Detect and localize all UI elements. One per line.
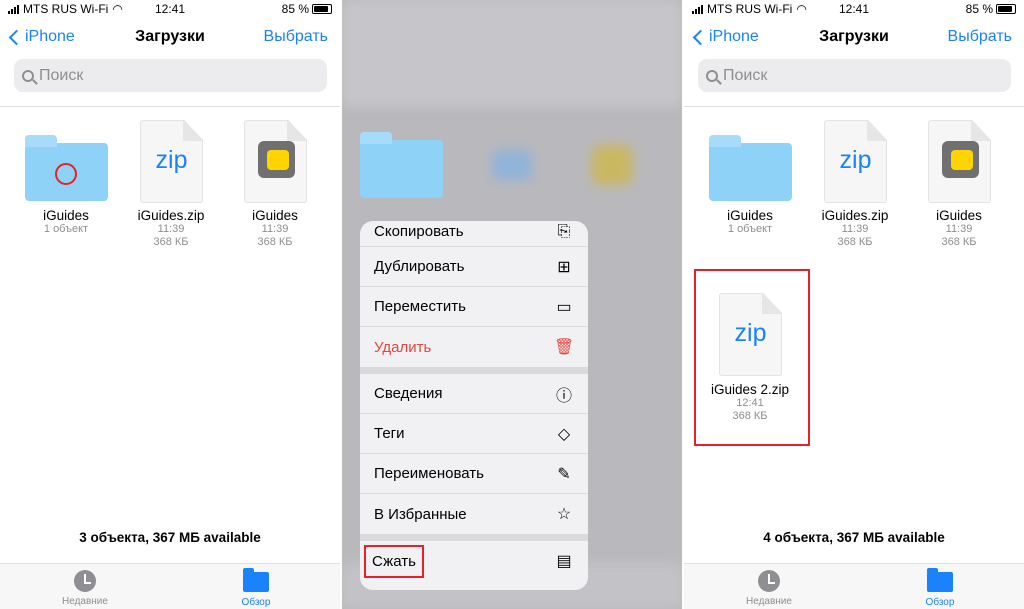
tag-icon: ◇ <box>557 425 571 443</box>
menu-separator <box>360 367 588 374</box>
file-item-new[interactable]: iGuides 2.zip 12:41 368 КБ <box>695 382 805 423</box>
zip-icon[interactable]: zip <box>824 120 887 203</box>
menu-item-move[interactable]: Переместить ▭ <box>360 287 588 327</box>
file-size: 368 КБ <box>257 236 293 248</box>
file-name: iGuides.zip <box>821 208 889 223</box>
copy-icon: ⎘ <box>557 223 571 240</box>
select-button[interactable]: Выбрать <box>948 28 1012 46</box>
search-input[interactable]: Поиск <box>698 59 1011 92</box>
battery-percent: 85 % <box>281 2 309 16</box>
menu-item-tags[interactable]: Теги ◇ <box>360 414 588 454</box>
menu-item-duplicate[interactable]: Дублировать ⊞ <box>360 247 588 287</box>
tab-browse[interactable]: Обзор <box>216 568 296 608</box>
search-icon <box>22 69 34 82</box>
context-menu: Скопировать ⎘ Дублировать ⊞ Переместить ▭ У… <box>360 221 588 590</box>
highlight-circle <box>55 163 77 185</box>
tab-label: Недавние <box>746 596 792 607</box>
files-screen-before: MTS RUS Wi-Fi ◠ 12:41 85 % iPhone Загрузк… <box>0 0 340 609</box>
folder-icon <box>927 568 953 592</box>
file-time: 12:41 <box>736 397 764 409</box>
file-name: iGuides <box>252 208 298 223</box>
tab-bar: Недавние Обзор <box>684 563 1024 609</box>
folder-icon <box>243 568 269 592</box>
battery-icon <box>996 4 1016 14</box>
menu-separator <box>360 534 588 541</box>
battery-icon <box>312 4 332 14</box>
search-input[interactable]: Поиск <box>14 59 327 92</box>
file-meta: 1 объект <box>43 223 89 235</box>
zip-label: zip <box>155 146 188 174</box>
storage-summary: 4 объекта, 367 МБ available <box>763 530 945 545</box>
battery-percent: 85 % <box>965 2 993 16</box>
file-time: 11:39 <box>945 223 973 235</box>
files-screen-after: MTS RUS Wi-Fi ◠ 12:41 85 % iPhone Загрузк… <box>684 0 1024 609</box>
menu-item-compress[interactable]: Сжать ▤ <box>360 541 588 581</box>
file-size: 368 КБ <box>837 236 873 248</box>
file-item[interactable]: iGuides 11:39 368 КБ <box>220 208 330 249</box>
tab-recents[interactable]: Недавние <box>45 570 125 607</box>
divider <box>684 106 1024 107</box>
tab-label: Обзор <box>925 597 955 608</box>
file-size: 368 КБ <box>732 410 768 422</box>
menu-item-rename[interactable]: Переименовать ✎ <box>360 454 588 494</box>
menu-item-delete[interactable]: Удалить 🗑 <box>360 327 588 367</box>
search-icon <box>706 69 718 82</box>
star-icon: ☆ <box>556 506 572 523</box>
folder-icon[interactable] <box>25 135 108 201</box>
file-time: 11:39 <box>157 223 185 235</box>
app-file-icon[interactable] <box>244 120 307 203</box>
menu-item-favorite[interactable]: В Избранные ☆ <box>360 494 588 534</box>
clock-icon <box>74 570 96 592</box>
tab-browse[interactable]: Обзор <box>900 568 980 608</box>
zip-label: zip <box>839 146 872 174</box>
nav-bar: iPhone Загрузки Выбрать <box>0 28 340 50</box>
search-placeholder: Поиск <box>39 66 84 84</box>
clock-icon <box>758 570 780 592</box>
tab-recents[interactable]: Недавние <box>729 570 809 607</box>
file-meta: 1 объект <box>727 223 773 235</box>
tab-bar: Недавние Обзор <box>0 563 340 609</box>
edit-icon: ✎ <box>557 465 571 483</box>
tab-label: Обзор <box>241 597 271 608</box>
file-size: 368 КБ <box>153 236 189 248</box>
file-name: iGuides.zip <box>137 208 205 223</box>
file-item[interactable]: iGuides 11:39 368 КБ <box>904 208 1014 249</box>
trash-icon: 🗑 <box>554 339 575 356</box>
file-name: iGuides <box>727 208 773 223</box>
menu-item-copy[interactable]: Скопировать ⎘ <box>360 221 588 247</box>
search-placeholder: Поиск <box>723 66 768 84</box>
file-item[interactable]: iGuides 1 объект <box>11 208 121 236</box>
divider <box>0 106 340 107</box>
tab-label: Недавние <box>62 596 108 607</box>
zip-icon[interactable]: zip <box>140 120 203 203</box>
app-file-icon[interactable] <box>928 120 991 203</box>
select-button[interactable]: Выбрать <box>264 28 328 46</box>
duplicate-icon: ⊞ <box>557 258 571 276</box>
folder-icon <box>360 132 443 198</box>
zip-label: zip <box>734 319 767 347</box>
storage-summary: 3 объекта, 367 МБ available <box>79 530 261 545</box>
folder-icon: ▭ <box>556 298 572 316</box>
file-item[interactable]: iGuides.zip 11:39 368 КБ <box>116 208 226 249</box>
info-icon: ⓘ <box>555 387 572 405</box>
status-bar: MTS RUS Wi-Fi ◠ 12:41 85 % <box>0 2 340 18</box>
folder-icon[interactable] <box>709 135 792 201</box>
file-item[interactable]: iGuides.zip 11:39 368 КБ <box>800 208 910 249</box>
file-time: 11:39 <box>261 223 289 235</box>
file-name: iGuides 2.zip <box>710 382 790 397</box>
archive-icon: ▤ <box>556 553 572 570</box>
nav-bar: iPhone Загрузки Выбрать <box>684 28 1024 50</box>
file-item[interactable]: iGuides 1 объект <box>695 208 805 236</box>
file-size: 368 КБ <box>941 236 977 248</box>
menu-item-info[interactable]: Сведения ⓘ <box>360 374 588 414</box>
status-bar: MTS RUS Wi-Fi ◠ 12:41 85 % <box>684 2 1024 18</box>
zip-icon[interactable]: zip <box>719 293 782 376</box>
context-menu-screen: Скопировать ⎘ Дублировать ⊞ Переместить ▭ У… <box>342 0 682 609</box>
file-name: iGuides <box>936 208 982 223</box>
file-time: 11:39 <box>841 223 869 235</box>
file-name: iGuides <box>43 208 89 223</box>
